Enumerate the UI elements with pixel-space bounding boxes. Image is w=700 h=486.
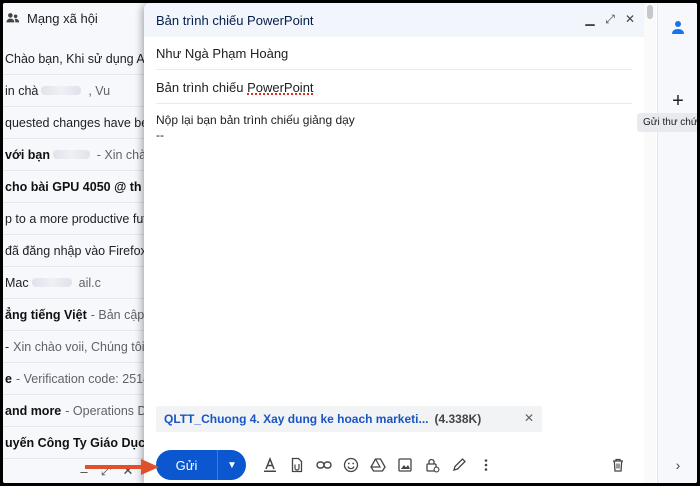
more-options-icon[interactable] bbox=[472, 453, 499, 477]
remove-attachment-icon[interactable]: ✕ bbox=[522, 411, 536, 425]
recipient-field[interactable]: Như Ngà Phạm Hoàng bbox=[156, 38, 632, 70]
list-item-subject: uyến Công Ty Giáo Dục V bbox=[5, 435, 153, 450]
send-button[interactable]: Gửi bbox=[156, 450, 218, 480]
send-button-group: Gửi ▼ bbox=[156, 450, 246, 480]
inbox-list: Mạng xã hội Chào bạn, Khi sử dụng AI v in… bbox=[3, 3, 153, 483]
compose-window: Bản trình chiếu PowerPoint ▁ ⤢ ✕ Như Ngà… bbox=[144, 3, 644, 483]
list-item[interactable]: Chào bạn, Khi sử dụng AI v bbox=[3, 43, 153, 75]
list-item[interactable]: - Xin chào voii, Chúng tôi bbox=[3, 331, 153, 363]
scrollbar-thumb[interactable] bbox=[647, 5, 653, 19]
contacts-icon[interactable] bbox=[668, 17, 688, 37]
drive-icon[interactable] bbox=[364, 453, 391, 477]
body-signature-separator: -- bbox=[156, 128, 164, 142]
list-item[interactable]: cho bài GPU 4050 @ th 5 bbox=[3, 171, 153, 203]
inbox-category-header[interactable]: Mạng xã hội bbox=[3, 3, 153, 33]
list-item[interactable]: đã đăng nhập vào Firefox c bbox=[3, 235, 153, 267]
insert-link-icon[interactable] bbox=[310, 453, 337, 477]
people-icon bbox=[5, 10, 21, 26]
list-item[interactable]: p to a more productive fut bbox=[3, 203, 153, 235]
subject-prefix: Bản trình chiếu bbox=[156, 80, 248, 95]
expand-icon[interactable]: ⤢ bbox=[604, 11, 616, 27]
attachment-size: (4.338K) bbox=[434, 412, 482, 426]
list-item-subject: Chào bạn, Khi sử dụng AI v bbox=[5, 51, 153, 66]
discard-draft-icon[interactable] bbox=[610, 457, 626, 473]
insert-photo-icon[interactable] bbox=[391, 453, 418, 477]
list-item[interactable]: Mac ail.c bbox=[3, 267, 153, 299]
screen: Mạng xã hội Chào bạn, Khi sử dụng AI v in… bbox=[3, 3, 697, 483]
list-item[interactable]: uyến Công Ty Giáo Dục V bbox=[3, 427, 153, 459]
close-icon[interactable]: ✕ bbox=[624, 11, 636, 27]
tooltip: Gửi thư chứa bbox=[637, 113, 697, 132]
list-item-subject: với bạn bbox=[5, 147, 51, 162]
redacted-text bbox=[53, 150, 90, 159]
add-addon-icon[interactable]: + bbox=[668, 90, 688, 112]
minimize-icon[interactable]: ▁ bbox=[584, 11, 596, 27]
signature-icon[interactable] bbox=[445, 453, 472, 477]
recipient-chip[interactable]: Như Ngà Phạm Hoàng bbox=[156, 46, 288, 61]
list-item-subject: Mac bbox=[5, 275, 29, 290]
list-item-snippet: - Verification code: 2514 bbox=[15, 371, 151, 386]
confidential-mode-icon[interactable] bbox=[418, 453, 445, 477]
list-item[interactable]: ẳng tiếng Việt - Bản cập n bbox=[3, 299, 153, 331]
send-options-icon[interactable]: ▼ bbox=[218, 450, 246, 480]
list-item-subject: p to a more productive fut bbox=[5, 211, 147, 226]
attachment-chip[interactable]: QLTT_Chuong 4. Xay dung ke hoach marketi… bbox=[156, 406, 542, 432]
compose-header[interactable]: Bản trình chiếu PowerPoint ▁ ⤢ ✕ bbox=[144, 3, 644, 37]
chevron-right-icon[interactable]: › bbox=[668, 455, 688, 475]
formatting-options-icon[interactable] bbox=[256, 453, 283, 477]
list-item[interactable]: and more - Operations Da bbox=[3, 395, 153, 427]
list-item[interactable]: e- Verification code: 2514 bbox=[3, 363, 153, 395]
attach-file-icon[interactable] bbox=[283, 453, 310, 477]
list-item-subject: ẳng tiếng Việt bbox=[5, 307, 87, 322]
attachment-name[interactable]: QLTT_Chuong 4. Xay dung ke hoach marketi… bbox=[164, 412, 429, 426]
inbox-category-label: Mạng xã hội bbox=[27, 10, 98, 26]
annotation-arrow-icon bbox=[85, 459, 159, 475]
list-item-subject: đã đăng nhập vào Firefox c bbox=[5, 243, 153, 258]
inbox-rows: Chào bạn, Khi sử dụng AI v in chà , Vu ques… bbox=[3, 43, 153, 459]
redacted-text bbox=[31, 278, 72, 287]
list-item-snippet: - Operations Da bbox=[65, 403, 153, 418]
list-item[interactable]: in chà , Vu bbox=[3, 75, 153, 107]
list-item-subject: in chà bbox=[5, 83, 39, 98]
list-item-snippet: Xin chào voii, Chúng tôi bbox=[13, 339, 145, 354]
redacted-text bbox=[41, 86, 82, 95]
list-item[interactable]: quested changes have bee bbox=[3, 107, 153, 139]
vertical-scrollbar[interactable] bbox=[644, 3, 656, 483]
list-item-snippet: ail.c bbox=[78, 275, 101, 290]
message-body[interactable]: Nộp lại bạn bản trình chiếu giảng dạy -- bbox=[156, 113, 632, 143]
compose-title: Bản trình chiếu PowerPoint bbox=[156, 12, 314, 28]
list-item-subject: quested changes have bee bbox=[5, 115, 153, 130]
compose-toolbar: Gửi ▼ bbox=[156, 450, 632, 480]
list-item-subject: - bbox=[5, 339, 10, 354]
subject-field[interactable]: Bản trình chiếu PowerPoint bbox=[156, 72, 632, 104]
list-item-subject: e bbox=[5, 371, 12, 386]
subject-text: Bản trình chiếu PowerPoint bbox=[156, 80, 314, 95]
side-panel: + › bbox=[657, 3, 697, 483]
list-item-subject: cho bài GPU 4050 @ th 5 bbox=[5, 179, 152, 194]
list-item[interactable]: với bạn - Xin chào bbox=[3, 139, 153, 171]
body-line: Nộp lại bạn bản trình chiếu giảng dạy bbox=[156, 113, 355, 127]
emoji-icon[interactable] bbox=[337, 453, 364, 477]
list-item-snippet: , Vu bbox=[88, 83, 111, 98]
list-item-subject: and more bbox=[5, 403, 62, 418]
subject-misspelled-word: PowerPoint bbox=[247, 80, 314, 95]
